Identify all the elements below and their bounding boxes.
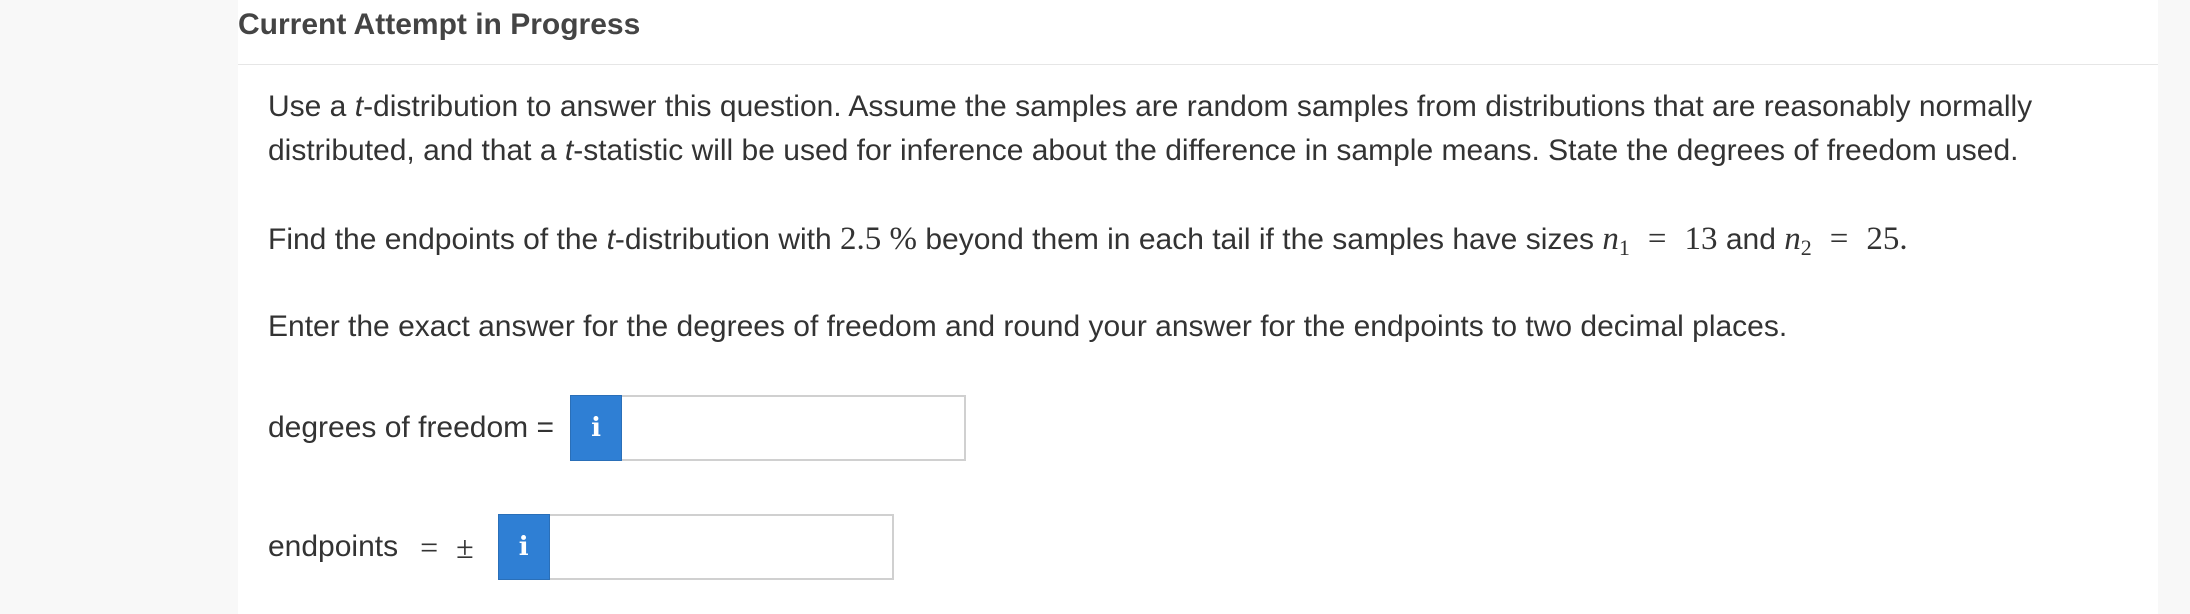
n2-variable: n2 bbox=[1784, 221, 1812, 260]
endpoints-input[interactable] bbox=[549, 514, 894, 580]
subscript: 2 bbox=[1800, 235, 1812, 260]
text: distributed, and that a bbox=[268, 134, 565, 167]
page-title: Current Attempt in Progress bbox=[238, 8, 641, 41]
t-variable: t bbox=[564, 134, 574, 167]
question-paragraph-1: Use a t-distribution to answer this ques… bbox=[268, 85, 2148, 173]
subscript: 1 bbox=[1618, 235, 1630, 260]
text: -distribution with bbox=[614, 223, 841, 256]
n-symbol: n bbox=[1784, 221, 1801, 257]
n1-value: 13 bbox=[1684, 221, 1718, 257]
n-symbol: n bbox=[1602, 221, 1619, 257]
t-variable: t bbox=[354, 90, 364, 123]
percent-value: 2.5 % bbox=[840, 221, 918, 257]
degrees-of-freedom-row: degrees of freedom = i bbox=[268, 395, 967, 461]
plus-minus-sign: ± bbox=[456, 528, 474, 565]
n1-variable: n1 bbox=[1602, 221, 1630, 260]
text: Find the endpoints of the bbox=[268, 223, 607, 256]
text: -statistic will be used for inference ab… bbox=[573, 134, 2019, 167]
df-label: degrees of freedom = bbox=[268, 411, 555, 444]
question-paragraph-3: Enter the exact answer for the degrees o… bbox=[268, 310, 1788, 343]
divider bbox=[238, 64, 2158, 65]
n2-value: 25. bbox=[1866, 221, 1908, 257]
equals-sign: = bbox=[1647, 221, 1667, 257]
endpoints-row: endpoints = ± i bbox=[268, 514, 894, 580]
info-icon[interactable]: i bbox=[497, 514, 550, 580]
text: beyond them in each tail if the samples … bbox=[917, 223, 1603, 256]
info-icon[interactable]: i bbox=[570, 395, 623, 461]
degrees-of-freedom-input[interactable] bbox=[622, 395, 967, 461]
equals-sign: = bbox=[420, 528, 439, 565]
question-card: Current Attempt in Progress Use a t-dist… bbox=[238, 0, 2158, 614]
equals-sign: = bbox=[1829, 221, 1849, 257]
text: and bbox=[1717, 223, 1785, 256]
text: Use a bbox=[268, 90, 355, 123]
t-variable: t bbox=[606, 223, 615, 256]
endpoints-label: endpoints bbox=[268, 530, 399, 563]
text: -distribution to answer this question. A… bbox=[363, 90, 2033, 123]
question-paragraph-2: Find the endpoints of the t-distribution… bbox=[268, 217, 2148, 270]
